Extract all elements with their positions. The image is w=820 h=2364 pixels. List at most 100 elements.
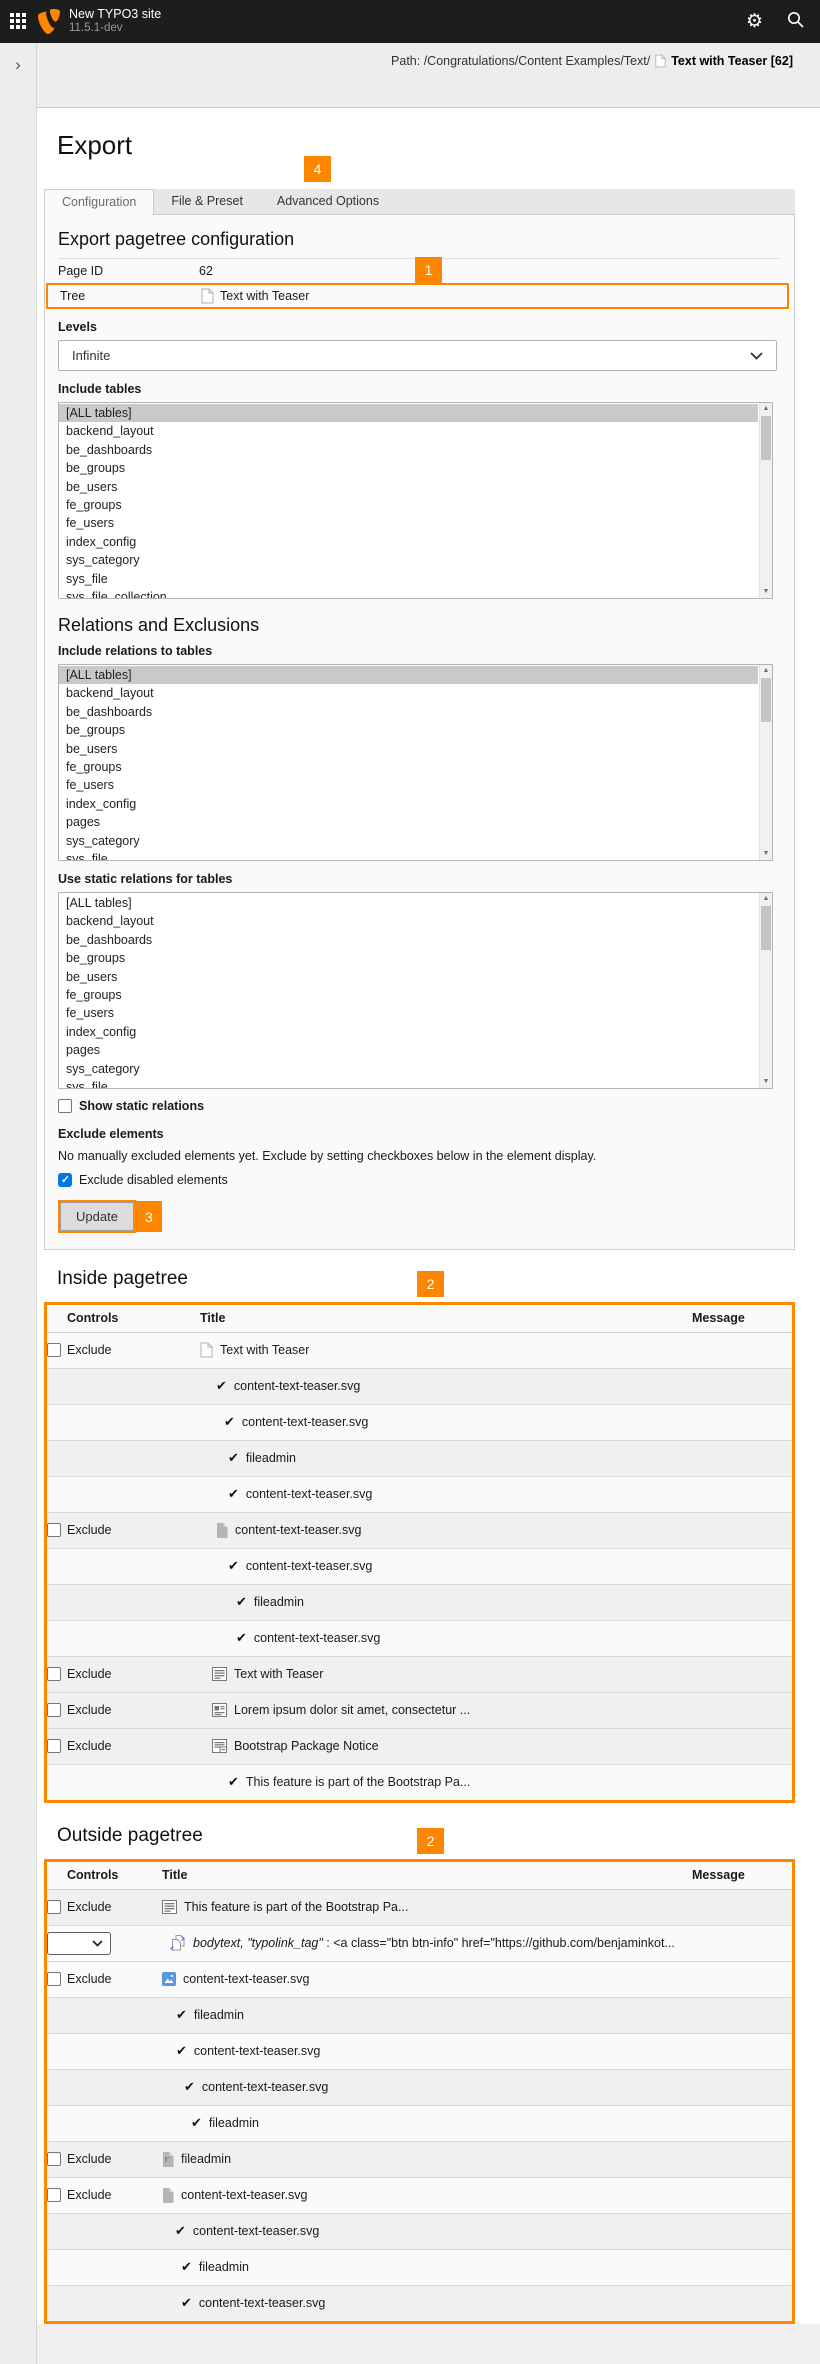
- typo3-logo: [38, 9, 60, 34]
- static-relations-listbox[interactable]: [ALL tables]backend_layoutbe_dashboardsb…: [58, 892, 773, 1089]
- search-icon[interactable]: [787, 11, 804, 33]
- update-button[interactable]: Update: [60, 1202, 134, 1231]
- tree-label: Tree: [60, 289, 201, 303]
- row-message: [692, 1368, 792, 1404]
- row-message: [692, 1764, 792, 1800]
- list-option[interactable]: index_config: [59, 1023, 758, 1041]
- exclude-checkbox[interactable]: [47, 1343, 61, 1357]
- exclude-checkbox[interactable]: [47, 1900, 61, 1914]
- scroll-thumb[interactable]: [761, 906, 771, 950]
- list-option[interactable]: be_users: [59, 478, 758, 496]
- exclude-disabled-checkbox[interactable]: [58, 1173, 72, 1187]
- list-option[interactable]: fe_groups: [59, 986, 758, 1004]
- col-header-message: Message: [692, 1862, 792, 1889]
- list-option[interactable]: be_dashboards: [59, 703, 758, 721]
- scroll-down-icon[interactable]: ▼: [760, 1076, 772, 1088]
- tab-configuration[interactable]: Configuration: [44, 189, 154, 215]
- step-badge-4: 4: [304, 156, 331, 182]
- exclude-checkbox[interactable]: [47, 1703, 61, 1717]
- col-header-title: Title: [195, 1305, 692, 1332]
- softref-select[interactable]: [47, 1932, 111, 1955]
- exclude-disabled-label: Exclude disabled elements: [79, 1173, 228, 1187]
- list-option[interactable]: fe_users: [59, 776, 758, 794]
- list-option[interactable]: be_users: [59, 740, 758, 758]
- list-option[interactable]: fe_users: [59, 1004, 758, 1022]
- scroll-down-icon[interactable]: ▼: [760, 586, 772, 598]
- row-message: [692, 2249, 792, 2285]
- module-footer: [37, 2324, 820, 2364]
- list-option[interactable]: fe_groups: [59, 496, 758, 514]
- settings-icon[interactable]: ⚙: [746, 12, 763, 31]
- col-header-message: Message: [692, 1305, 792, 1332]
- show-static-relations-label: Show static relations: [79, 1099, 204, 1113]
- scroll-up-icon[interactable]: ▲: [760, 893, 772, 905]
- scrollbar[interactable]: ▲▼: [759, 893, 772, 1088]
- exclude-checkbox[interactable]: [47, 1972, 61, 1986]
- list-option[interactable]: [ALL tables]: [59, 666, 758, 684]
- row-title: content-text-teaser.svg: [246, 1559, 372, 1573]
- row-message: [692, 1656, 792, 1692]
- list-option[interactable]: fe_groups: [59, 758, 758, 776]
- list-option[interactable]: be_groups: [59, 459, 758, 477]
- list-option[interactable]: index_config: [59, 795, 758, 813]
- include-tables-listbox[interactable]: [ALL tables]backend_layoutbe_dashboardsb…: [58, 402, 773, 599]
- table-row: ✔fileadmin: [47, 2249, 792, 2285]
- page-icon: [200, 1342, 213, 1358]
- row-title: content-text-teaser.svg: [234, 1379, 360, 1393]
- list-option[interactable]: be_dashboards: [59, 931, 758, 949]
- tab-file-preset[interactable]: File & Preset: [154, 189, 260, 214]
- pagetree-info: Page ID 62 1 Tree Text with Teaser: [58, 258, 781, 309]
- list-option[interactable]: sys_category: [59, 551, 758, 569]
- scrollbar[interactable]: ▲▼: [759, 665, 772, 860]
- row-title: content-text-teaser.svg: [183, 1972, 309, 1986]
- list-option[interactable]: [ALL tables]: [59, 894, 758, 912]
- include-relations-listbox[interactable]: [ALL tables]backend_layoutbe_dashboardsb…: [58, 664, 773, 861]
- exclude-label: Exclude: [67, 1739, 111, 1753]
- list-option[interactable]: index_config: [59, 533, 758, 551]
- row-message: [692, 1476, 792, 1512]
- list-option[interactable]: sys_category: [59, 1060, 758, 1078]
- list-option[interactable]: sys_file: [59, 850, 758, 861]
- list-option[interactable]: backend_layout: [59, 422, 758, 440]
- row-title: This feature is part of the Bootstrap Pa…: [246, 1775, 470, 1789]
- list-option[interactable]: be_dashboards: [59, 441, 758, 459]
- scroll-thumb[interactable]: [761, 678, 771, 722]
- table-row: ✔content-text-teaser.svg: [47, 1368, 792, 1404]
- scroll-down-icon[interactable]: ▼: [760, 848, 772, 860]
- list-option[interactable]: be_groups: [59, 721, 758, 739]
- list-option[interactable]: sys_file: [59, 570, 758, 588]
- exclude-checkbox[interactable]: [47, 2152, 61, 2166]
- list-option[interactable]: fe_users: [59, 514, 758, 532]
- scroll-up-icon[interactable]: ▲: [760, 665, 772, 677]
- tab-advanced-options[interactable]: Advanced Options: [260, 189, 396, 214]
- col-header-controls: Controls: [47, 1862, 157, 1889]
- list-option[interactable]: pages: [59, 813, 758, 831]
- list-option[interactable]: sys_category: [59, 832, 758, 850]
- module-menu-icon[interactable]: [10, 13, 27, 30]
- exclude-checkbox[interactable]: [47, 1523, 61, 1537]
- exclude-checkbox[interactable]: [47, 1667, 61, 1681]
- expand-sidebar-icon[interactable]: ›: [0, 55, 36, 75]
- list-option[interactable]: [ALL tables]: [59, 404, 758, 422]
- table-row: ExcludeText with Teaser: [47, 1332, 792, 1368]
- list-option[interactable]: be_users: [59, 968, 758, 986]
- row-message: [692, 2141, 792, 2177]
- list-option[interactable]: sys_file: [59, 1078, 758, 1089]
- module-sidebar: ›: [0, 43, 37, 2364]
- exclude-checkbox[interactable]: [47, 1739, 61, 1753]
- scroll-thumb[interactable]: [761, 416, 771, 460]
- check-icon: ✔: [228, 1486, 239, 1502]
- levels-select[interactable]: Infinite: [58, 340, 777, 371]
- scroll-up-icon[interactable]: ▲: [760, 403, 772, 415]
- table-row: ✔content-text-teaser.svg: [47, 1404, 792, 1440]
- exclude-checkbox[interactable]: [47, 2188, 61, 2202]
- list-option[interactable]: sys_file_collection: [59, 588, 758, 599]
- show-static-relations-checkbox[interactable]: [58, 1099, 72, 1113]
- check-icon: ✔: [191, 2115, 202, 2131]
- list-option[interactable]: backend_layout: [59, 684, 758, 702]
- row-message: [692, 1961, 792, 1997]
- list-option[interactable]: backend_layout: [59, 912, 758, 930]
- list-option[interactable]: pages: [59, 1041, 758, 1059]
- list-option[interactable]: be_groups: [59, 949, 758, 967]
- scrollbar[interactable]: ▲▼: [759, 403, 772, 598]
